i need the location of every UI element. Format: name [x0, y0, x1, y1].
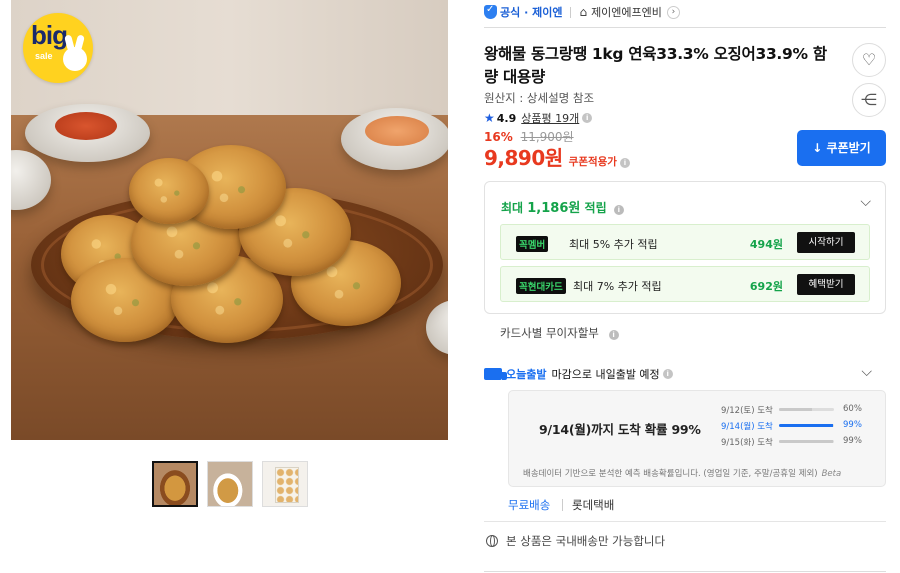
reward-panel: 최대 1,186원 적립 i ⌵ 꼭멤버 최대 5% 추가 적립 494원 시작… [484, 181, 886, 314]
price-row: 9,890원 쿠폰적용가 i [484, 142, 630, 171]
reward-amount: 494원 [749, 238, 783, 251]
thumbnail-1[interactable] [152, 461, 198, 507]
download-icon: ↓ [812, 141, 823, 155]
wishlist-button[interactable]: ♡ [852, 43, 886, 77]
info-icon[interactable]: i [608, 330, 619, 340]
reward-item-member: 꼭멤버 최대 5% 추가 적립 494원 시작하기 [500, 224, 870, 260]
rating-score: 4.9 [496, 111, 517, 125]
info-icon[interactable]: i [613, 205, 624, 215]
beta-label: Beta [821, 469, 842, 479]
delivery-note: 배송데이터 기반으로 분석한 예측 배송확률입니다. (영업일 기준, 주말/공… [523, 469, 842, 479]
chevron-down-icon[interactable]: ⌵ [860, 194, 871, 210]
product-title: 왕해물 동그랑땡 1kg 연육33.3% 오징어33.9% 함량 대용량 [484, 45, 827, 86]
star-icon: ★ [484, 111, 495, 125]
info-icon[interactable]: i [582, 113, 593, 123]
thumbnail-2[interactable] [207, 461, 253, 507]
shipping-desc: 마감으로 내일출발 예정 [551, 368, 660, 381]
reward-item-card: 꼭현대카드 최대 7% 추가 적립 692원 혜택받기 [500, 266, 870, 302]
sale-price: 9,890원 [484, 146, 563, 170]
card-installment[interactable]: 카드사별 무이자할부 i [500, 325, 619, 341]
today-shipping-label: 오늘출발 [506, 368, 547, 381]
official-store-link[interactable]: 공식 · 제이엔 [484, 4, 562, 20]
bunny-icon [63, 47, 87, 71]
home-icon: ⌂ [579, 5, 588, 19]
info-icon[interactable]: i [662, 369, 673, 379]
reward-desc: 최대 5% 추가 적립 [569, 238, 658, 251]
side-dish-bowl-right [341, 108, 448, 170]
info-icon[interactable]: i [619, 158, 630, 168]
big-label: big [31, 20, 68, 50]
delivery-headline: 9/14(월)까지 도착 확률 99% [539, 422, 701, 437]
sale-label: sale [35, 51, 53, 61]
chevron-right-icon: › [666, 5, 680, 19]
coupon-button-label: 쿠폰받기 [826, 141, 871, 155]
chevron-down-icon[interactable]: ⌵ [861, 364, 872, 380]
coupon-download-button[interactable]: ↓ 쿠폰받기 [797, 130, 886, 166]
start-button[interactable]: 시작하기 [797, 232, 855, 253]
domestic-only-notice: 본 상품은 국내배송만 가능합니다 [486, 533, 665, 549]
get-benefit-button[interactable]: 혜택받기 [797, 274, 855, 295]
coupon-applied-label: 쿠폰적용가 [568, 156, 617, 168]
share-button[interactable]: ⋲ [852, 83, 886, 117]
probability-row: 9/15(화) 도착 99% [721, 436, 862, 448]
probability-bar [779, 408, 812, 411]
big-sale-badge: big sale [23, 13, 93, 83]
probability-bar [779, 424, 834, 427]
reward-headline[interactable]: 최대 1,186원 적립 i [501, 197, 624, 216]
reward-amount: 692원 [749, 280, 783, 293]
share-icon: ⋲ [861, 90, 877, 109]
side-dish-bowl-edge-left [11, 150, 51, 210]
member-badge: 꼭멤버 [516, 236, 549, 252]
side-dish-bowl-left [25, 104, 150, 162]
origin-info: 원산지 : 상세설명 참조 [484, 91, 595, 105]
shield-check-icon [484, 4, 497, 19]
heart-icon: ♡ [861, 50, 877, 69]
thumbnail-list [152, 461, 308, 507]
review-link[interactable]: 상품평 19개 [521, 110, 579, 126]
delivery-probability-panel: 9/14(월)까지 도착 확률 99% 9/12(토) 도착 60% 9/14(… [508, 390, 886, 487]
store-link[interactable]: ⌂ 제이엔에프엔비 › [579, 4, 680, 20]
store-bar: 공식 · 제이엔 ⌂ 제이엔에프엔비 › [484, 3, 680, 21]
reward-max-amount: 1,186원 [527, 201, 581, 216]
probability-row: 9/14(월) 도착 99% [721, 420, 862, 432]
carrier-label: 롯데택배 [572, 498, 615, 512]
truck-icon [484, 368, 507, 380]
thumbnail-3[interactable] [262, 461, 308, 507]
globe-icon [486, 535, 498, 547]
probability-row: 9/12(토) 도착 60% [721, 404, 862, 416]
rating-row: ★ 4.9 상품평 19개 i [484, 110, 593, 126]
side-dish-bowl-edge-right [426, 300, 448, 355]
reward-desc: 최대 7% 추가 적립 [573, 280, 662, 293]
shipping-row[interactable]: 오늘출발 마감으로 내일출발 예정 i ⌵ [484, 364, 886, 382]
free-shipping-label: 무료배송 [508, 498, 551, 512]
probability-bar [779, 440, 834, 443]
hyundai-card-badge: 꼭현대카드 [516, 278, 566, 294]
store-name: 제이엔에프엔비 [591, 6, 662, 19]
pancake [129, 158, 209, 224]
